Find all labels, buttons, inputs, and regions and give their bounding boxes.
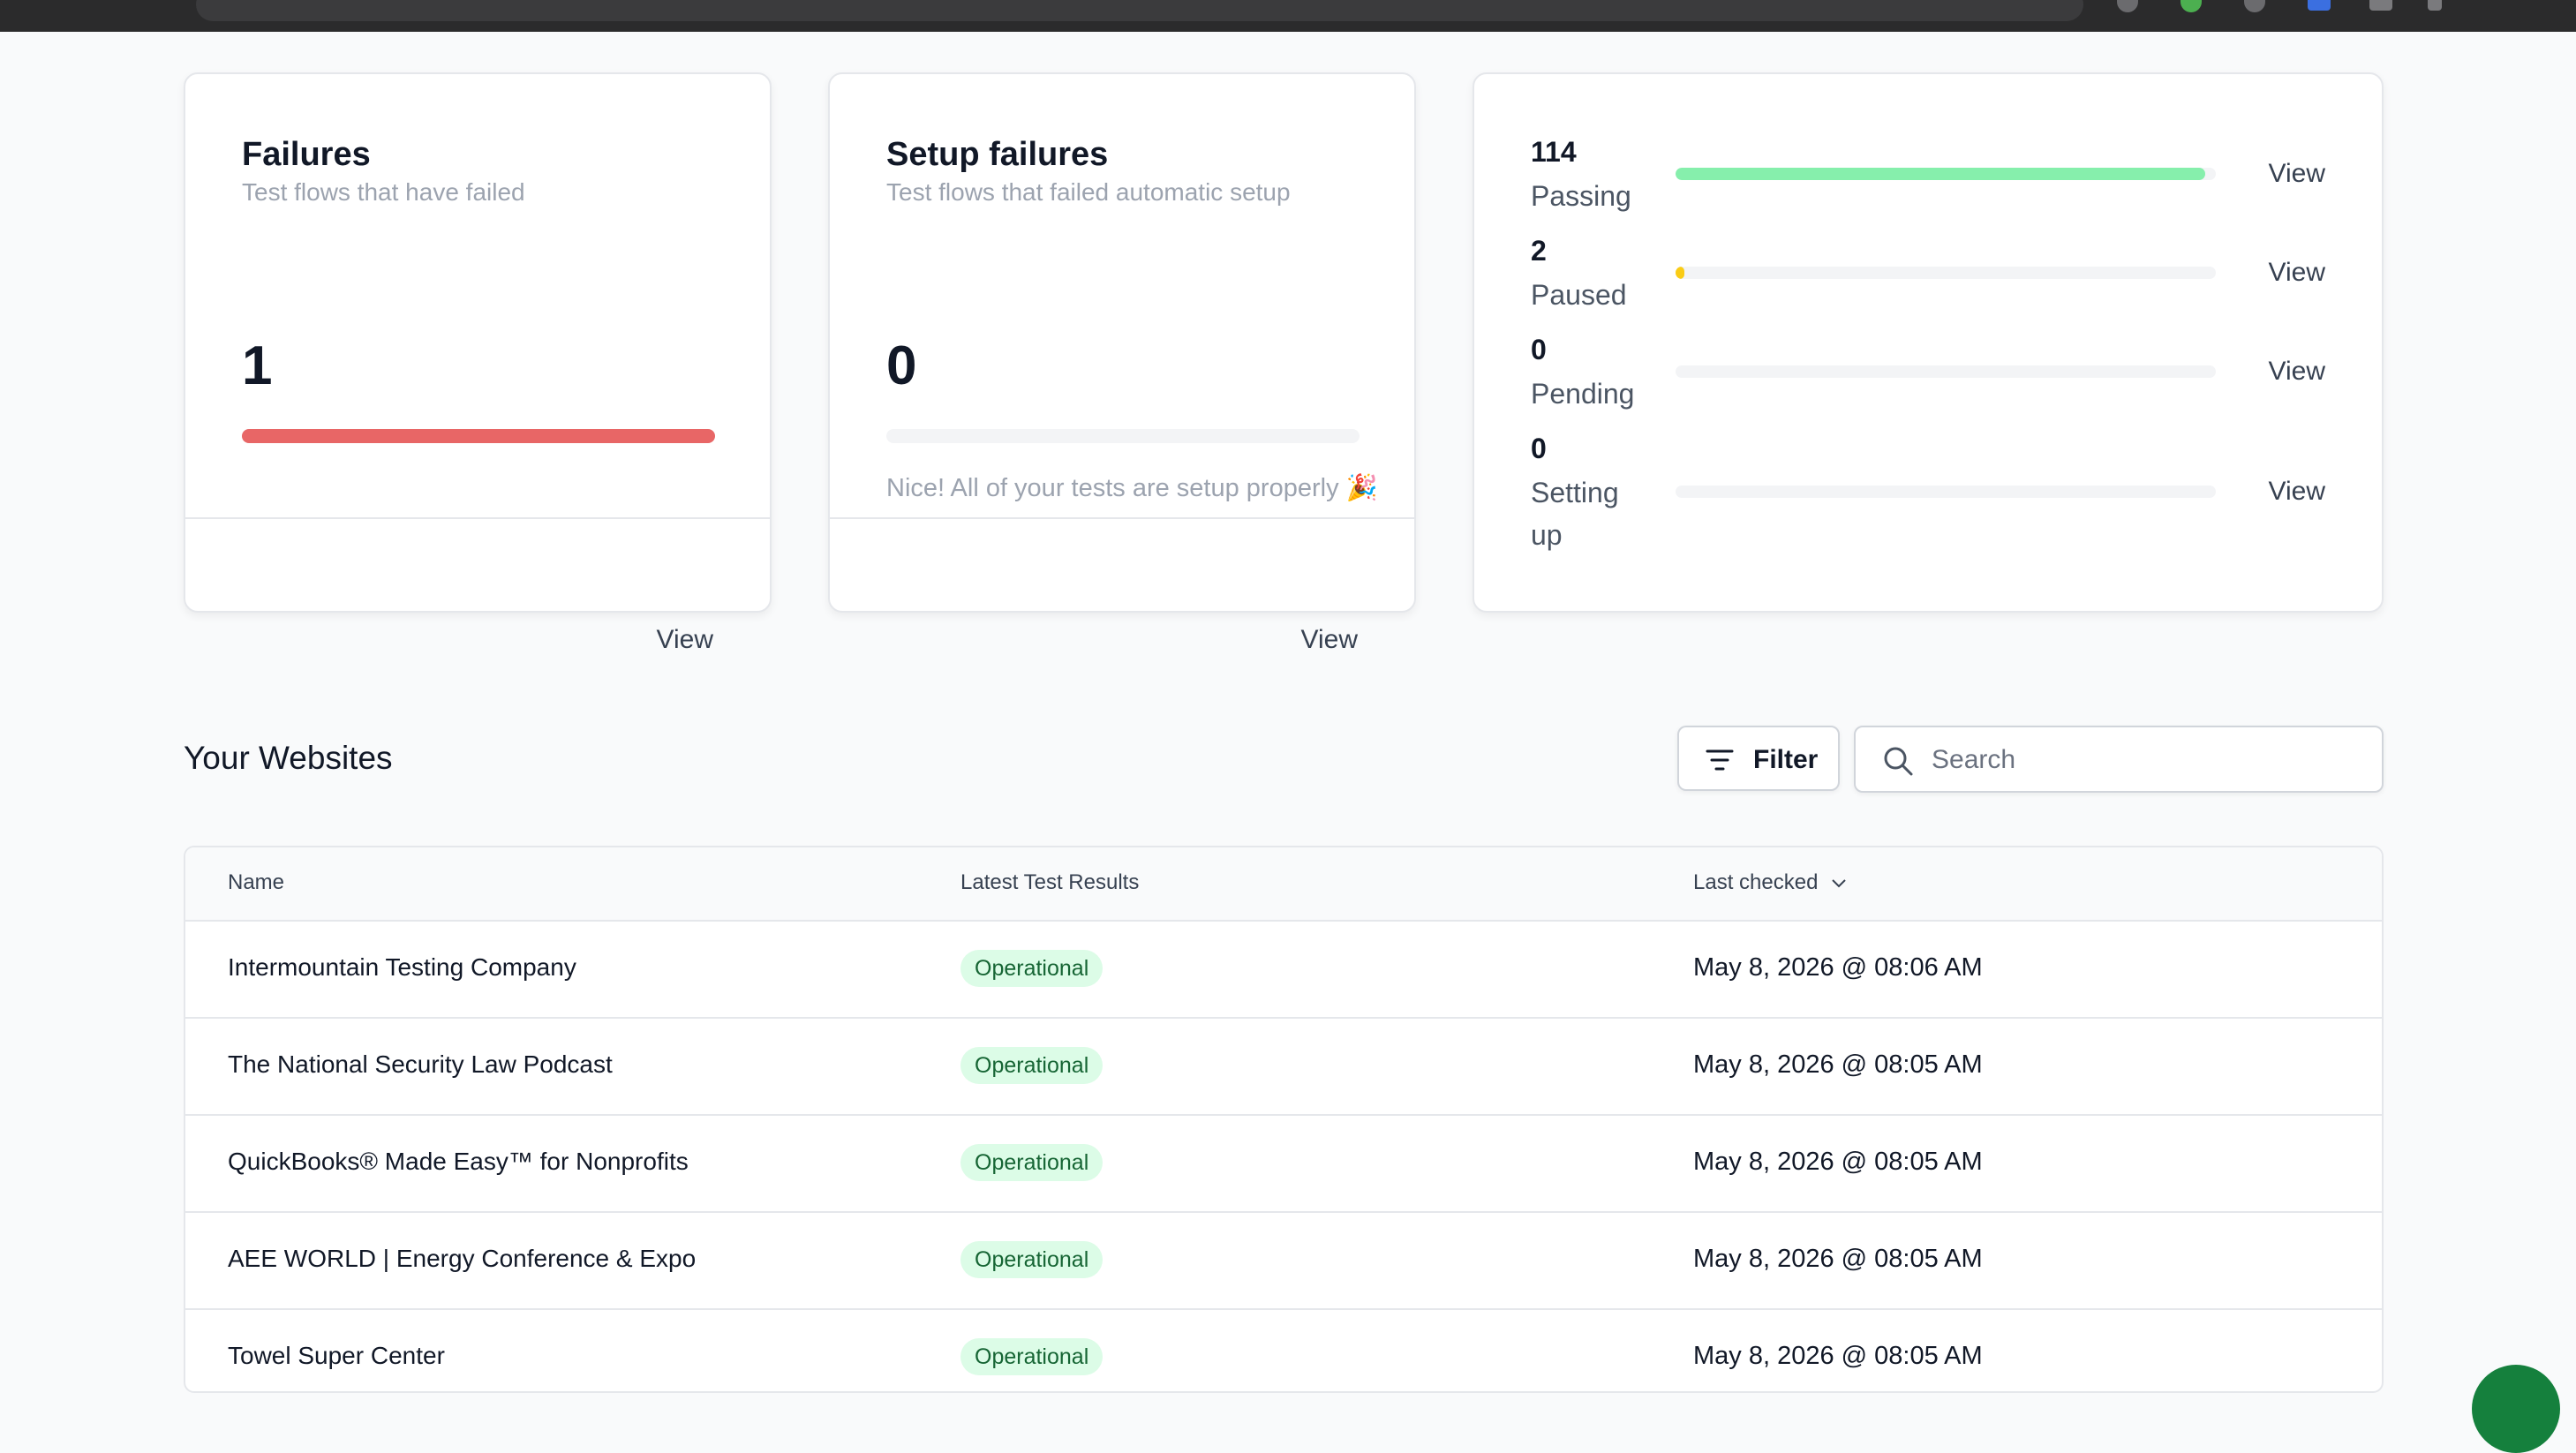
- extension-icon[interactable]: [2117, 0, 2138, 12]
- setting-up-label: Setting up: [1531, 477, 1619, 551]
- setup-failures-count: 0: [886, 335, 917, 396]
- setup-success-message: Nice! All of your tests are setup proper…: [886, 474, 1378, 502]
- search-box[interactable]: [1854, 726, 2384, 793]
- passing-progress-bar: [1676, 168, 2216, 180]
- passing-progress-fill: [1676, 168, 2205, 180]
- card-title: Setup failures: [886, 136, 1109, 173]
- extension-icon[interactable]: [2428, 0, 2442, 11]
- pending-count: 0: [1531, 334, 1547, 365]
- paused-label: Paused: [1531, 279, 1627, 311]
- websites-table: Name Latest Test Results Last checked In…: [184, 846, 2384, 1393]
- browser-toolbar: [0, 0, 2576, 32]
- view-pending-link[interactable]: View: [2269, 357, 2325, 387]
- view-failures-link[interactable]: View: [657, 625, 713, 655]
- pending-label: Pending: [1531, 378, 1635, 410]
- sidebar-icon[interactable]: [2369, 0, 2392, 11]
- status-badge: Operational: [960, 1144, 1103, 1181]
- column-header-last-checked[interactable]: Last checked: [1693, 870, 1847, 895]
- passing-label: Passing: [1531, 180, 1631, 212]
- filter-icon: [1706, 749, 1734, 771]
- table-header: Name Latest Test Results Last checked: [185, 847, 2382, 922]
- card-subtitle: Test flows that have failed: [242, 178, 525, 206]
- chevron-down-icon[interactable]: [1831, 878, 1847, 889]
- status-badge: Operational: [960, 1241, 1103, 1278]
- filter-button[interactable]: Filter: [1677, 726, 1840, 791]
- setup-failures-card: Setup failures Test flows that failed au…: [828, 72, 1416, 654]
- status-badge: Operational: [960, 950, 1103, 987]
- last-checked-date: May 8, 2026 @ 08:05 AM: [1693, 1050, 1983, 1079]
- divider: [830, 517, 1414, 519]
- column-header-label: Last checked: [1693, 870, 1819, 894]
- last-checked-date: May 8, 2026 @ 08:06 AM: [1693, 953, 1983, 982]
- status-badge: Operational: [960, 1047, 1103, 1084]
- column-header-name[interactable]: Name: [228, 870, 284, 895]
- website-name[interactable]: Towel Super Center: [228, 1342, 445, 1370]
- section-title: Your Websites: [184, 740, 393, 776]
- view-setting-up-link[interactable]: View: [2269, 477, 2325, 507]
- passing-count: 114: [1531, 136, 1577, 168]
- card-subtitle: Test flows that failed automatic setup: [886, 178, 1291, 206]
- card-title: Failures: [242, 136, 371, 173]
- extension-icon[interactable]: [2181, 0, 2202, 12]
- search-input[interactable]: [1930, 740, 2357, 780]
- website-name[interactable]: Intermountain Testing Company: [228, 953, 576, 982]
- divider: [185, 517, 770, 519]
- view-paused-link[interactable]: View: [2269, 258, 2325, 288]
- paused-progress-fill: [1676, 267, 1685, 279]
- table-row[interactable]: Towel Super Center Operational May 8, 20…: [185, 1308, 2382, 1391]
- address-bar[interactable]: [196, 0, 2083, 21]
- filter-label: Filter: [1753, 745, 1819, 774]
- last-checked-date: May 8, 2026 @ 08:05 AM: [1693, 1342, 1983, 1370]
- paused-progress-bar: [1676, 267, 2216, 279]
- setting-up-progress-bar: [1676, 486, 2216, 498]
- website-name[interactable]: The National Security Law Podcast: [228, 1050, 613, 1079]
- table-row[interactable]: QuickBooks® Made Easy™ for Nonprofits Op…: [185, 1114, 2382, 1213]
- status-summary-card: 114 Passing View 2 Paused View 0 Pending…: [1473, 72, 2384, 613]
- website-name[interactable]: AEE WORLD | Energy Conference & Expo: [228, 1245, 696, 1273]
- setting-up-count: 0: [1531, 433, 1547, 464]
- last-checked-date: May 8, 2026 @ 08:05 AM: [1693, 1148, 1983, 1176]
- status-badge: Operational: [960, 1338, 1103, 1375]
- last-checked-date: May 8, 2026 @ 08:05 AM: [1693, 1245, 1983, 1273]
- failures-progress-bar: [242, 429, 715, 443]
- extension-icon[interactable]: [2244, 0, 2265, 12]
- setup-failures-progress-bar: [886, 429, 1360, 443]
- view-setup-failures-link[interactable]: View: [1301, 625, 1358, 655]
- table-row[interactable]: AEE WORLD | Energy Conference & Expo Ope…: [185, 1211, 2382, 1310]
- failures-progress-fill: [242, 429, 715, 443]
- website-name[interactable]: QuickBooks® Made Easy™ for Nonprofits: [228, 1148, 689, 1176]
- extension-icon[interactable]: [2308, 0, 2331, 11]
- failures-count: 1: [242, 335, 273, 396]
- column-header-latest-results[interactable]: Latest Test Results: [960, 870, 1139, 895]
- table-row[interactable]: The National Security Law Podcast Operat…: [185, 1017, 2382, 1116]
- chat-launcher-button[interactable]: [2472, 1365, 2560, 1453]
- table-row[interactable]: Intermountain Testing Company Operationa…: [185, 920, 2382, 1019]
- paused-count: 2: [1531, 235, 1547, 267]
- view-passing-link[interactable]: View: [2269, 159, 2325, 189]
- pending-progress-bar: [1676, 365, 2216, 378]
- search-icon: [1884, 747, 1913, 776]
- failures-card: Failures Test flows that have failed 1 V…: [184, 72, 772, 654]
